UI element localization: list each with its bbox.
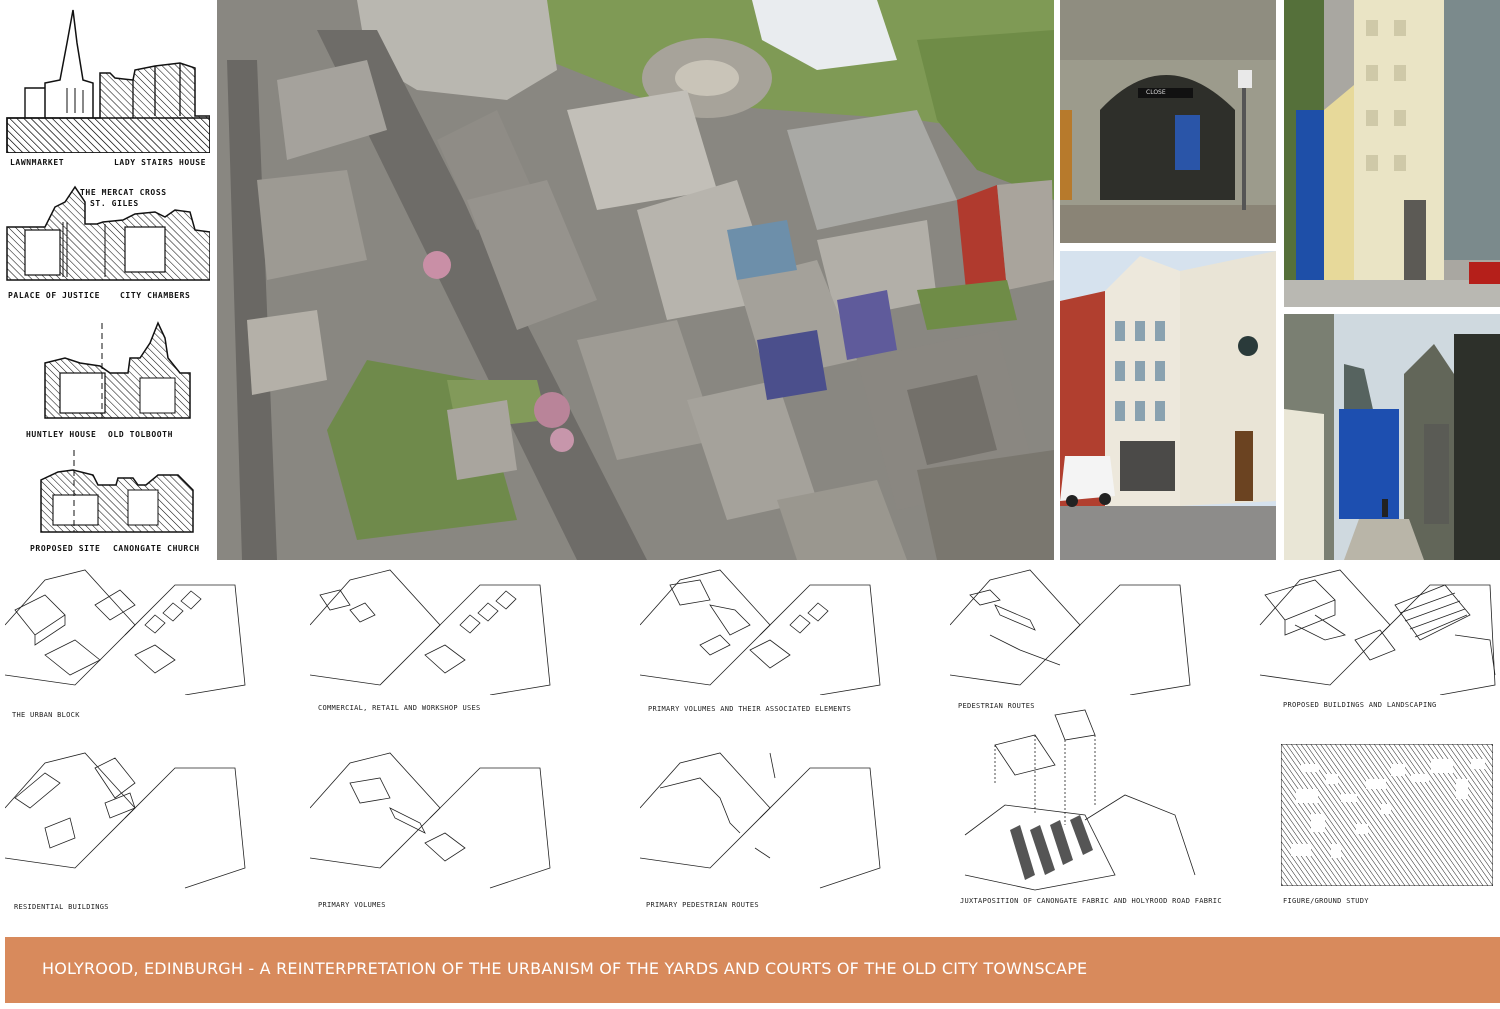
diagram-residential-buildings	[5, 748, 255, 893]
sketch-2-right-label: CITY CHAMBERS	[120, 291, 191, 300]
elevation-sketch-st-giles	[5, 182, 210, 282]
diagram-caption: PRIMARY PEDESTRIAN ROUTES	[646, 901, 759, 909]
diagram-caption: FIGURE/GROUND STUDY	[1283, 897, 1369, 905]
sketch-3-left-label: HUNTLEY HOUSE	[26, 430, 97, 439]
title-banner: HOLYROOD, EDINBURGH - A REINTERPRETATION…	[5, 937, 1500, 1003]
diagram-commercial-uses	[310, 565, 560, 695]
sketch-3-right-label: OLD TOLBOOTH	[108, 430, 173, 439]
photo-courtyard-white-block	[1284, 0, 1500, 307]
sketch-4-left-label: PROPOSED SITE	[30, 544, 101, 553]
diagram-caption: THE URBAN BLOCK	[12, 711, 80, 719]
diagram-caption: PRIMARY VOLUMES	[318, 901, 386, 909]
close-sign: CLOSE	[1146, 89, 1166, 96]
diagram-caption: PROPOSED BUILDINGS AND LANDSCAPING	[1283, 701, 1437, 709]
elevation-sketch-huntley-house	[40, 318, 200, 423]
diagram-primary-volumes-elements	[640, 565, 890, 695]
diagram-juxtaposition	[955, 705, 1205, 895]
sketch-1-left-label: LAWNMARKET	[10, 158, 65, 167]
sketch-2-annotation-st-giles: ST. GILES	[90, 199, 139, 208]
diagram-caption: JUXTAPOSITION OF CANONGATE FABRIC AND HO…	[960, 897, 1222, 905]
aerial-photo	[217, 0, 1054, 560]
sketch-1-right-label: LADY STAIRS HOUSE	[114, 158, 207, 167]
diagram-proposed-buildings	[1255, 565, 1500, 695]
sketch-2-annotation-mercat: THE MERCAT CROSS	[80, 188, 167, 197]
diagram-primary-volumes	[310, 748, 560, 893]
sketch-2-left-label: PALACE OF JUSTICE	[8, 291, 101, 300]
diagram-caption: COMMERCIAL, RETAIL AND WORKSHOP USES	[318, 704, 481, 712]
elevation-sketch-lawnmarket	[5, 8, 210, 153]
diagram-primary-pedestrian-routes	[640, 748, 890, 893]
photo-close-archway: CLOSE	[1060, 0, 1276, 243]
photo-street-van	[1060, 251, 1276, 560]
diagram-pedestrian-routes	[950, 565, 1200, 695]
diagram-urban-block	[5, 565, 255, 695]
diagram-caption: RESIDENTIAL BUILDINGS	[14, 903, 109, 911]
elevation-sketch-proposed-site	[38, 450, 198, 535]
diagram-caption: PRIMARY VOLUMES AND THEIR ASSOCIATED ELE…	[648, 705, 852, 713]
sketch-4-right-label: CANONGATE CHURCH	[113, 544, 200, 553]
banner-title: HOLYROOD, EDINBURGH - A REINTERPRETATION…	[42, 959, 1088, 978]
photo-alley-blue-building	[1284, 314, 1500, 560]
diagram-figure-ground	[1281, 744, 1493, 886]
